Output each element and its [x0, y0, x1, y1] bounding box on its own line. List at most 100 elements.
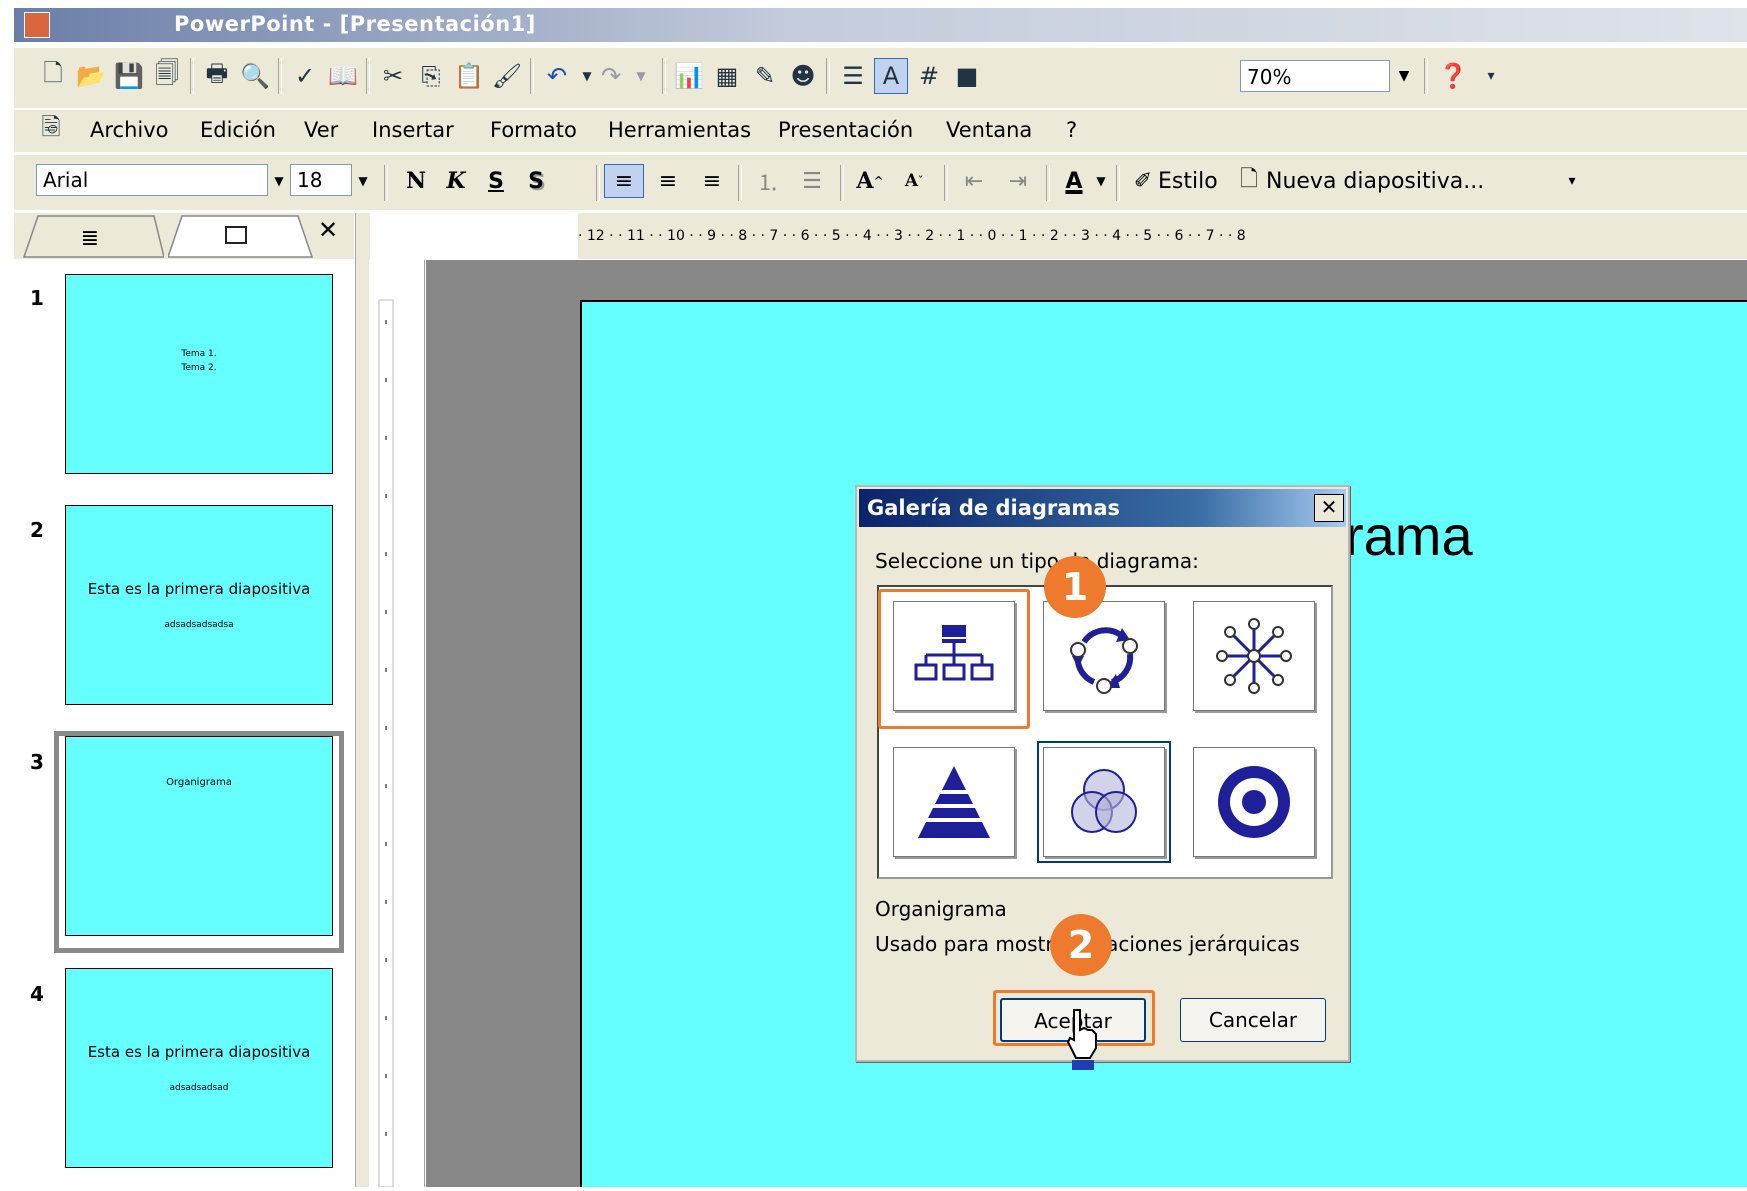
- target-icon: [1218, 766, 1290, 838]
- underline-button[interactable]: S: [478, 164, 514, 198]
- dialog-prompt: Seleccione un tipo de diagrama:: [875, 549, 1199, 573]
- font-size-combobox[interactable]: 18: [290, 164, 352, 196]
- numbering-icon[interactable]: ⒈: [748, 164, 788, 198]
- menu-presentacion[interactable]: Presentación: [778, 118, 913, 142]
- print-icon[interactable]: 🖶: [200, 58, 234, 94]
- bullets-icon[interactable]: ☰: [792, 164, 832, 198]
- thumb-text: Tema 2.: [181, 363, 217, 373]
- copy-icon[interactable]: ⎘: [414, 58, 448, 94]
- tables-borders-icon[interactable]: ✎: [748, 58, 782, 94]
- toolbar-options-icon[interactable]: ▾: [1474, 58, 1508, 94]
- save-icon[interactable]: 💾: [112, 58, 146, 94]
- svg-text:≣: ≣: [81, 226, 99, 251]
- diagram-pyramid-option[interactable]: [893, 747, 1015, 857]
- new-slide-button[interactable]: Nueva diapositiva...: [1266, 164, 1556, 198]
- panel-splitter[interactable]: [355, 213, 370, 1187]
- dialog-title-bar: Galería de diagramas ✕: [859, 489, 1346, 527]
- menu-formato[interactable]: Formato: [490, 118, 577, 142]
- menu-bar: 🗟 Archivo Edición Ver Insertar Formato H…: [14, 110, 1747, 152]
- permission-icon[interactable]: 🗐: [150, 58, 184, 94]
- slide-thumbnail-panel: 1 Tema 1. Tema 2. 2 Esta es la primera d…: [14, 260, 354, 1187]
- show-formatting-icon[interactable]: A: [874, 58, 908, 94]
- undo-icon[interactable]: ↶: [540, 58, 574, 94]
- shadow-button[interactable]: S: [518, 164, 554, 198]
- redo-dropdown-icon[interactable]: ▼: [624, 58, 658, 94]
- cancel-button[interactable]: Cancelar: [1180, 998, 1326, 1042]
- window-title: PowerPoint - [Presentación1]: [174, 12, 536, 36]
- tab-slides[interactable]: [168, 214, 318, 258]
- formatting-toolbar: Arial ▼ 18 ▼ N K S S ≡ ≡ ≡ ⒈ ☰ A ^ Aˇ ⇤ ⇥…: [14, 155, 1747, 210]
- slide-number: 4: [30, 982, 44, 1006]
- cut-icon[interactable]: ✂: [376, 58, 410, 94]
- slide-title-text[interactable]: rama: [1345, 503, 1473, 568]
- paste-icon[interactable]: 📋: [452, 58, 486, 94]
- close-icon[interactable]: ✕: [318, 216, 338, 244]
- diagram-venn-option[interactable]: [1037, 741, 1171, 863]
- vertical-ruler[interactable]: [369, 260, 425, 1188]
- slide-thumbnail-1[interactable]: Tema 1. Tema 2.: [65, 274, 333, 474]
- radial-icon: [1216, 618, 1292, 694]
- zoom-combobox[interactable]: 70%: [1240, 60, 1390, 92]
- slide-thumbnail-2[interactable]: Esta es la primera diapositiva adsadsads…: [65, 505, 333, 705]
- format-painter-icon[interactable]: 🖌: [490, 58, 524, 94]
- font-combobox[interactable]: Arial: [36, 164, 268, 196]
- style-icon[interactable]: ✐: [1126, 164, 1160, 198]
- thumb-text: Organigrama: [166, 777, 232, 788]
- diagram-cycle-option[interactable]: [1043, 601, 1165, 711]
- document-icon[interactable]: 🗟: [34, 112, 68, 148]
- insert-clipart-icon[interactable]: ☻: [786, 58, 820, 94]
- bold-button[interactable]: N: [398, 164, 434, 198]
- menu-insertar[interactable]: Insertar: [372, 118, 454, 142]
- menu-ver[interactable]: Ver: [304, 118, 338, 142]
- diagram-radial-option[interactable]: [1193, 601, 1315, 711]
- horizontal-ruler[interactable]: · 12 · · 11 · · 10 · · 9 · · 8 · · 7 · ·…: [578, 213, 1747, 259]
- dialog-close-icon[interactable]: ✕: [1314, 494, 1344, 522]
- menu-herramientas[interactable]: Herramientas: [608, 118, 751, 142]
- menu-archivo[interactable]: Archivo: [90, 118, 169, 142]
- align-left-icon[interactable]: ≡: [604, 164, 644, 198]
- align-right-icon[interactable]: ≡: [692, 164, 732, 198]
- italic-button[interactable]: K: [438, 164, 474, 198]
- style-button[interactable]: Estilo: [1158, 164, 1228, 198]
- slide-number: 1: [30, 286, 44, 310]
- font-dropdown-icon[interactable]: ▼: [270, 164, 288, 198]
- decrease-font-icon[interactable]: Aˇ: [894, 164, 934, 198]
- slide-thumbnail-4[interactable]: Esta es la primera diapositiva adsadsads…: [65, 968, 333, 1168]
- open-folder-icon[interactable]: 📂: [74, 58, 108, 94]
- menu-ventana[interactable]: Ventana: [946, 118, 1032, 142]
- slide-number: 3: [30, 750, 44, 774]
- step-2-callout: 2: [1050, 914, 1112, 976]
- insert-chart-icon[interactable]: 📊: [672, 58, 706, 94]
- new-slide-icon[interactable]: 🗋: [1232, 164, 1266, 198]
- menu-edicion[interactable]: Edición: [200, 118, 276, 142]
- research-icon[interactable]: 📖: [326, 58, 360, 94]
- help-icon[interactable]: ❓: [1436, 58, 1470, 94]
- insert-table-icon[interactable]: ▦: [710, 58, 744, 94]
- new-document-icon[interactable]: 🗋: [36, 58, 70, 94]
- dialog-title: Galería de diagramas: [867, 496, 1120, 520]
- cycle-icon: [1070, 627, 1138, 694]
- menu-help[interactable]: ?: [1066, 118, 1077, 142]
- grid-icon[interactable]: #: [912, 58, 946, 94]
- font-color-dropdown-icon[interactable]: ▼: [1092, 164, 1110, 198]
- decrease-indent-icon[interactable]: ⇤: [954, 164, 994, 198]
- orgchart-highlight: [878, 589, 1030, 729]
- expand-all-icon[interactable]: ☰: [836, 58, 870, 94]
- spelling-icon[interactable]: ✓: [288, 58, 322, 94]
- align-center-icon[interactable]: ≡: [648, 164, 688, 198]
- format-toolbar-options-icon[interactable]: ▾: [1562, 164, 1582, 198]
- print-preview-icon[interactable]: 🔍: [238, 58, 272, 94]
- slide-thumbnail-3[interactable]: Organigrama: [65, 736, 333, 936]
- thumb-text: Esta es la primera diapositiva: [87, 1043, 311, 1061]
- zoom-dropdown-icon[interactable]: ▼: [1394, 60, 1414, 92]
- size-dropdown-icon[interactable]: ▼: [354, 164, 372, 198]
- diagram-target-option[interactable]: [1193, 747, 1315, 857]
- pyramid-icon: [914, 766, 994, 838]
- font-color-icon[interactable]: A: [1056, 164, 1092, 198]
- increase-font-icon[interactable]: A ^: [850, 164, 890, 198]
- tab-outline[interactable]: ≣: [14, 214, 164, 258]
- increase-indent-icon[interactable]: ⇥: [998, 164, 1038, 198]
- powerpoint-app-icon[interactable]: [24, 12, 50, 38]
- color-grayscale-icon[interactable]: ■: [950, 58, 984, 94]
- redo-icon[interactable]: ↷: [594, 58, 628, 94]
